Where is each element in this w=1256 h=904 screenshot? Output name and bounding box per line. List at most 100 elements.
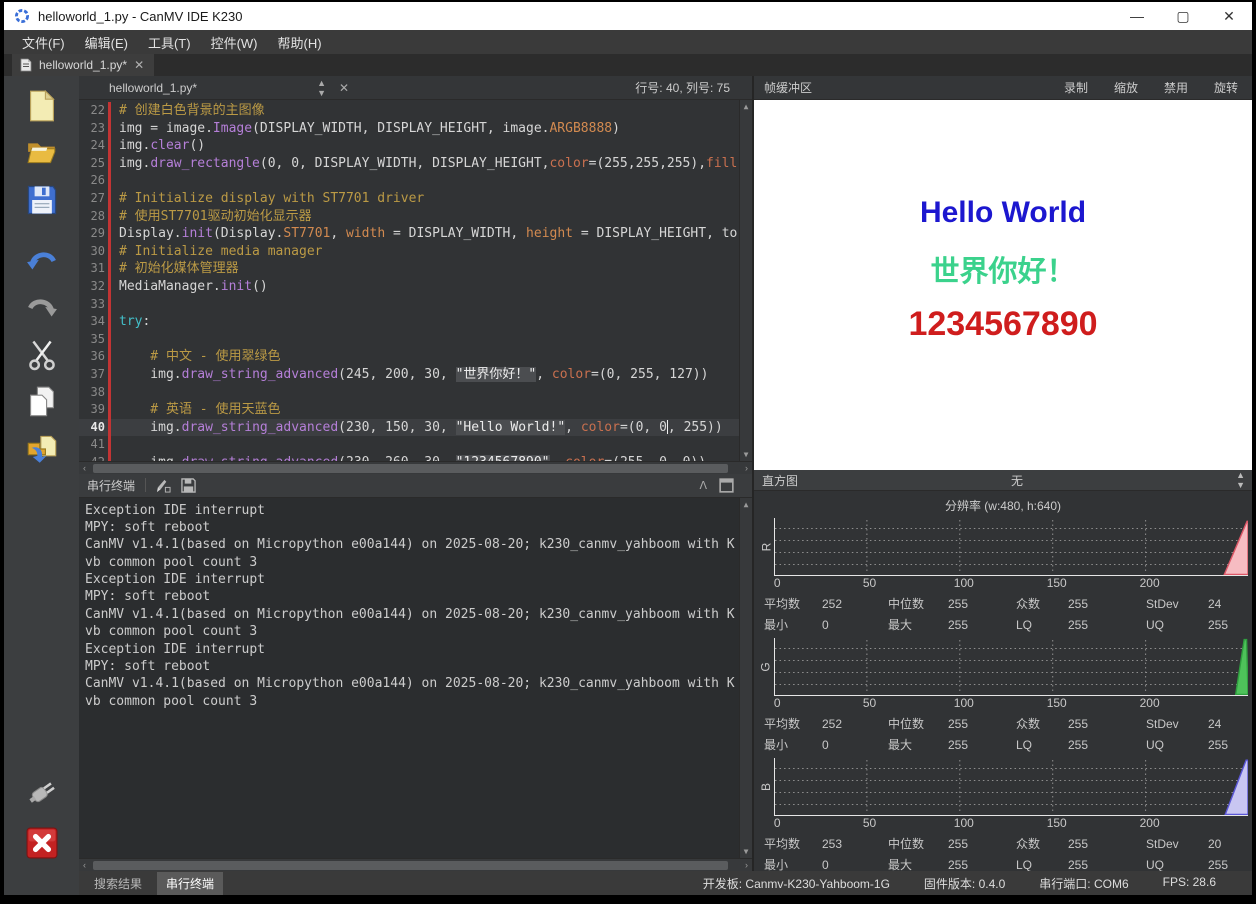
stat-value: 255 [948, 837, 969, 851]
code-line: 39 # 英语 - 使用天蓝色 [79, 401, 739, 419]
file-tab[interactable]: helloworld_1.py* ✕ [12, 54, 155, 76]
detach-panel-icon[interactable] [719, 477, 734, 493]
stat-label: 平均数 [764, 597, 801, 611]
collapse-panel-icon[interactable]: ᐱ [699, 479, 707, 492]
scroll-left-icon[interactable]: ‹ [83, 859, 86, 871]
framebuffer-button[interactable]: 旋转 [1214, 79, 1238, 96]
menu-item[interactable]: 控件(W) [201, 31, 268, 54]
terminal-horizontal-scrollbar[interactable]: ‹ › [79, 858, 752, 871]
scroll-right-icon[interactable]: › [745, 859, 748, 871]
terminal-title: 串行终端 [87, 478, 136, 493]
terminal-line: MPY: soft reboot [85, 589, 211, 605]
undo-icon[interactable] [20, 239, 64, 283]
stat-value: 20 [1208, 837, 1222, 851]
bottom-tab[interactable]: 串行终端 [157, 871, 224, 895]
channel-label: B [758, 782, 773, 792]
menu-item[interactable]: 帮助(H) [268, 31, 332, 54]
redo-icon[interactable] [20, 286, 64, 330]
terminal-vertical-scrollbar[interactable]: ▲ ▼ [739, 497, 752, 858]
code-line: 30 # Initialize media manager [79, 242, 739, 261]
framebuffer-header: 帧缓冲区 录制 缩放 禁用 旋转 [754, 76, 1252, 100]
axis-tick-label: 100 [953, 816, 974, 830]
stat-value: 255 [1208, 858, 1229, 871]
bottom-tab[interactable]: 搜索结果 [85, 872, 151, 895]
axis-tick-label: 50 [862, 816, 877, 830]
scroll-down-icon[interactable]: ▼ [744, 847, 749, 856]
menu-item[interactable]: 编辑(E) [75, 31, 138, 54]
stat-value: 255 [948, 597, 969, 611]
line-number: 22 [90, 103, 105, 117]
terminal-line: MPY: soft reboot [85, 659, 211, 675]
scrollbar-thumb[interactable] [93, 463, 728, 473]
file-tab-close-icon[interactable]: ✕ [134, 58, 144, 72]
scroll-up-icon[interactable]: ▲ [744, 102, 749, 111]
framebuffer-button[interactable]: 缩放 [1114, 79, 1138, 96]
bottom-bar-spacer [4, 871, 79, 895]
stat-value: 255 [1208, 618, 1229, 632]
stat-value: 255 [948, 738, 969, 752]
status-item: FPS: 28.6 [1162, 874, 1216, 889]
histogram-title: 直方图 [762, 473, 799, 488]
serial-terminal-output[interactable]: Exception IDE interrupt MPY: soft reboot C… [79, 497, 752, 858]
code-editor[interactable]: 22 # 创建白色背景的主图像 23 img = image.Image(DISPLA… [79, 100, 752, 461]
code-line: 25 img.draw_rectangle(0, 0, DISPLAY_WIDTH… [79, 154, 739, 173]
scroll-right-icon[interactable]: › [745, 462, 748, 474]
line-number: 32 [90, 278, 105, 293]
line-number: 28 [90, 208, 105, 223]
stat-label: UQ [1146, 618, 1164, 632]
scroll-down-icon[interactable]: ▼ [744, 450, 749, 459]
editor-close-icon[interactable]: ✕ [339, 81, 349, 95]
menu-item[interactable]: 工具(T) [138, 31, 201, 54]
stat-label: 最大 [888, 618, 913, 632]
histogram-channel: R 0 50 100 150 200 平均数 252 中位数 255 众数 255 StDev 24 最小 0… [758, 518, 1248, 636]
save-icon[interactable] [20, 178, 64, 222]
paste-icon[interactable] [20, 427, 64, 471]
line-number: 26 [90, 173, 105, 188]
line-number: 23 [90, 120, 105, 135]
terminal-header: 串行终端 ᐱ [79, 473, 752, 498]
editor-horizontal-scrollbar[interactable]: ‹ › [79, 460, 752, 474]
stat-label: 最小 [764, 858, 789, 871]
terminal-line: Exception IDE interrupt [85, 641, 266, 657]
minimize-button[interactable]: — [1114, 2, 1160, 30]
framebuffer-button[interactable]: 禁用 [1164, 79, 1188, 96]
line-number: 42 [79, 454, 105, 461]
document-dropdown-icon[interactable]: ▲ ▼ [317, 78, 326, 98]
copy-icon[interactable] [20, 380, 64, 424]
stat-value: 253 [822, 837, 843, 851]
axis-tick-label: 50 [862, 576, 877, 590]
code-line: 38 [79, 383, 739, 402]
axis-tick-label: 200 [1139, 696, 1160, 710]
new-file-icon[interactable] [20, 84, 64, 128]
save-terminal-icon[interactable] [181, 477, 196, 493]
status-bar: 开发板: Canmv-K230-Yahboom-1G 固件版本: 0.4.0 串行端… [703, 875, 1252, 892]
stat-label: 平均数 [764, 837, 801, 851]
open-document-selector[interactable]: helloworld_1.py* [109, 81, 197, 95]
cut-icon[interactable] [20, 333, 64, 377]
stop-icon[interactable] [20, 821, 64, 865]
scrollbar-thumb[interactable] [93, 861, 728, 870]
maximize-button[interactable]: ▢ [1160, 2, 1206, 30]
scroll-left-icon[interactable]: ‹ [83, 462, 86, 474]
clear-terminal-icon[interactable] [156, 478, 171, 493]
title-bar: helloworld_1.py - CanMV IDE K230 — ▢ ✕ [4, 2, 1252, 30]
close-button[interactable]: ✕ [1206, 2, 1252, 30]
connect-icon[interactable] [20, 771, 64, 815]
code-line: 32 MediaManager.init() [79, 277, 739, 296]
open-file-icon[interactable] [20, 131, 64, 175]
axis-tick-label: 200 [1139, 576, 1160, 590]
status-item: 串行端口: COM6 [1039, 876, 1129, 891]
stat-value: 24 [1208, 597, 1222, 611]
stat-value: 0 [822, 738, 829, 752]
histogram-x-axis: 0 50 100 150 200 [774, 696, 1248, 714]
dropdown-arrows-icon[interactable]: ▲ ▼ [1236, 470, 1245, 490]
scroll-up-icon[interactable]: ▲ [744, 500, 749, 509]
code-line: 29 Display.init(Display.ST7701, width = D… [79, 225, 739, 243]
menu-item[interactable]: 文件(F) [12, 31, 75, 54]
terminal-line: CanMV v1.4.1(based on Micropython e00a14… [85, 676, 735, 692]
stat-label: 中位数 [888, 597, 925, 611]
histogram-mode-select[interactable]: 无 [798, 472, 1236, 489]
editor-vertical-scrollbar[interactable]: ▲ ▼ [739, 100, 752, 461]
stat-label: 众数 [1016, 597, 1041, 611]
framebuffer-button[interactable]: 录制 [1064, 79, 1088, 96]
